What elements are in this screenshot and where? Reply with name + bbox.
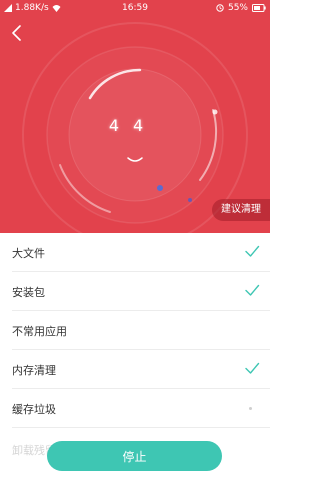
check-icon [245, 245, 260, 257]
back-button[interactable] [6, 22, 28, 44]
readout-left: 4 [108, 116, 133, 135]
scan-category-list: 大文件 安装包 不常用应用 内存清理 缓存垃圾 [0, 233, 270, 428]
stop-button[interactable]: 停止 [47, 441, 222, 471]
suggest-clean-button[interactable]: 建议清理 [212, 199, 270, 221]
chevron-left-icon [12, 25, 21, 41]
battery-percent: 55% [227, 3, 248, 13]
scanning-indicator-icon [249, 407, 252, 410]
list-item-label: 不常用应用 [12, 325, 67, 338]
battery-icon [252, 4, 266, 12]
check-icon [245, 284, 260, 296]
list-item-label: 大文件 [12, 247, 45, 260]
list-item-label: 缓存垃圾 [12, 403, 56, 416]
list-item[interactable]: 大文件 [12, 233, 270, 272]
list-item[interactable]: 缓存垃圾 [12, 389, 270, 428]
list-item[interactable]: 安装包 [12, 272, 270, 311]
list-item[interactable]: 不常用应用 [12, 311, 270, 350]
list-item-label: 内存清理 [12, 364, 56, 377]
scan-readout: 44 [103, 116, 163, 146]
list-item[interactable]: 内存清理 [12, 350, 270, 389]
scan-hero: 1.88K/s 16:59 55% 44 建议清理 [0, 0, 270, 233]
status-bar: 1.88K/s 16:59 55% [0, 0, 270, 18]
readout-right: 4 [133, 116, 158, 135]
list-item-label: 安装包 [12, 286, 45, 299]
check-icon [245, 362, 260, 374]
alarm-icon [216, 4, 224, 12]
